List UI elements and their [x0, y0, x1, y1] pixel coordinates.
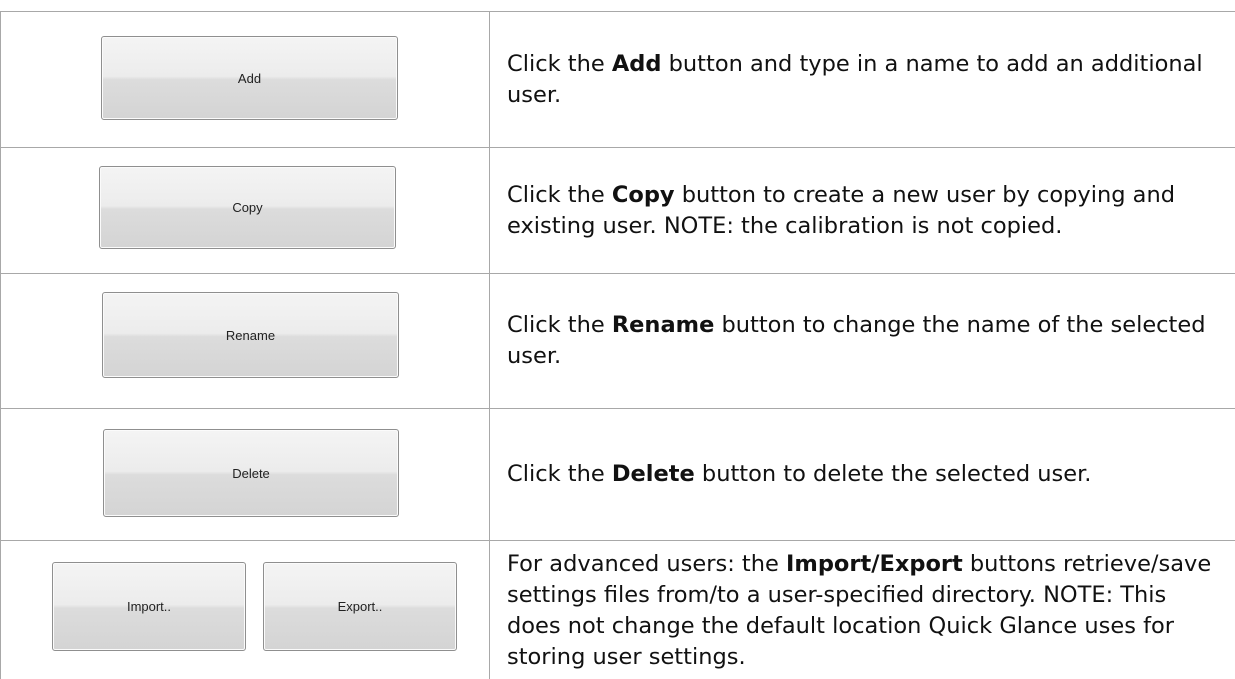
add-button[interactable]: Add — [101, 36, 398, 120]
copy-button[interactable]: Copy — [99, 166, 396, 249]
description-bold: Copy — [611, 181, 675, 208]
button-cell: Rename — [0, 274, 490, 408]
copy-description: Click the Copy button to create a new us… — [507, 180, 1223, 242]
description-bold: Import/Export — [786, 551, 963, 577]
button-cell: Add — [0, 12, 490, 147]
description-cell: Click the Delete button to delete the se… — [490, 409, 1235, 540]
table-row-import-export: Import.. Export.. For advanced users: th… — [0, 540, 1235, 679]
description-cell: For advanced users: the Import/Export bu… — [490, 541, 1235, 679]
table-row-delete: Delete Click the Delete button to delete… — [0, 408, 1235, 540]
description-text: Click the — [507, 50, 612, 77]
button-cell: Copy — [0, 148, 490, 273]
description-cell: Click the Rename button to change the na… — [490, 274, 1235, 408]
description-text: Click the — [507, 461, 612, 487]
delete-button[interactable]: Delete — [103, 429, 399, 517]
table-row-copy: Copy Click the Copy button to create a n… — [0, 147, 1235, 273]
rename-button[interactable]: Rename — [102, 292, 399, 378]
import-button[interactable]: Import.. — [52, 562, 246, 651]
delete-description: Click the Delete button to delete the se… — [507, 459, 1091, 490]
button-cell: Import.. Export.. — [0, 541, 490, 679]
description-text: For advanced users: the — [507, 551, 786, 577]
description-bold: Add — [611, 50, 662, 77]
description-cell: Click the Add button and type in a name … — [490, 12, 1235, 147]
description-cell: Click the Copy button to create a new us… — [490, 148, 1235, 273]
import-export-description: For advanced users: the Import/Export bu… — [507, 549, 1223, 673]
description-text: Click the — [507, 312, 612, 338]
button-cell: Delete — [0, 409, 490, 540]
description-bold: Rename — [611, 312, 715, 338]
help-table: Add Click the Add button and type in a n… — [0, 0, 1235, 679]
description-text: button to delete the selected user. — [694, 461, 1092, 487]
description-bold: Delete — [611, 461, 695, 487]
table-row-rename: Rename Click the Rename button to change… — [0, 273, 1235, 408]
rename-description: Click the Rename button to change the na… — [507, 310, 1223, 372]
table-row-add: Add Click the Add button and type in a n… — [0, 11, 1235, 147]
add-description: Click the Add button and type in a name … — [507, 49, 1223, 111]
export-button[interactable]: Export.. — [263, 562, 457, 651]
description-text: Click the — [507, 181, 612, 208]
